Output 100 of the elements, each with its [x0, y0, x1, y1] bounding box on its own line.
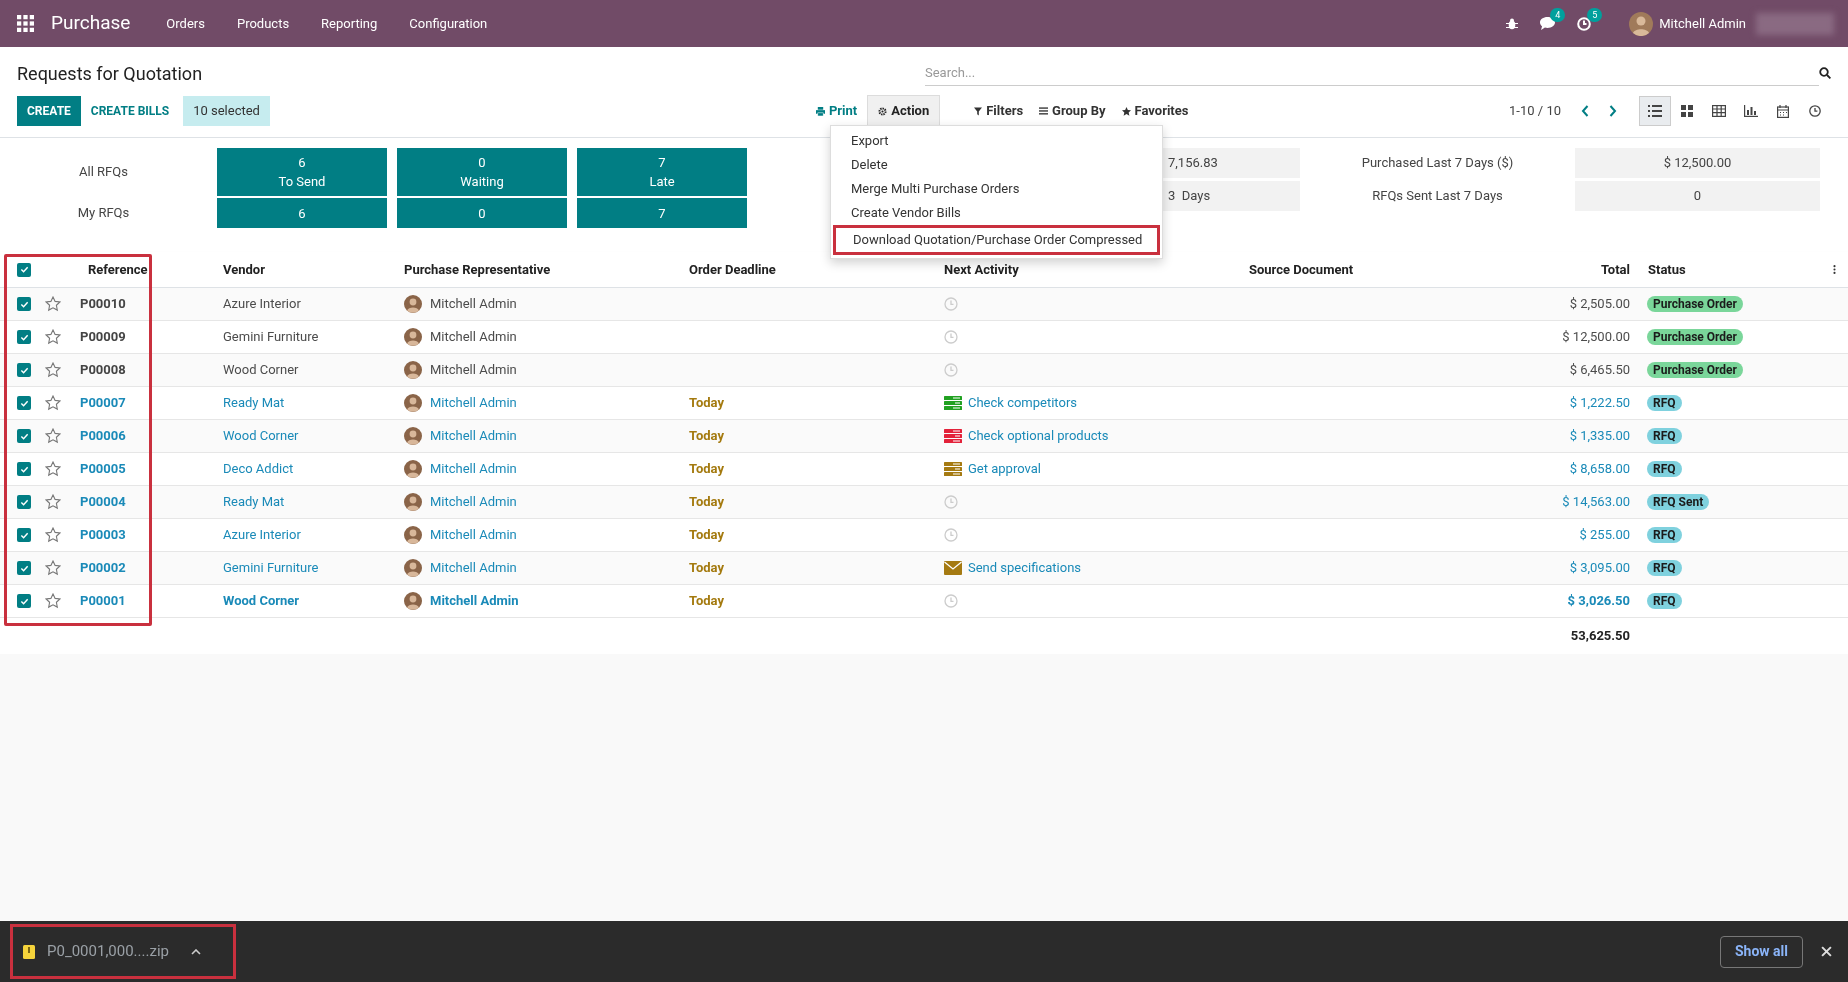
star-icon[interactable] — [45, 593, 61, 609]
reference-cell[interactable]: P00005 — [80, 459, 215, 479]
star-icon[interactable] — [45, 461, 61, 477]
tasks-icon[interactable] — [944, 429, 962, 443]
checkbox[interactable] — [17, 594, 31, 608]
reference-cell[interactable]: P00004 — [80, 492, 215, 512]
user-name[interactable]: Mitchell Admin — [1659, 13, 1746, 34]
dashboard-tile[interactable]: 6 — [217, 198, 387, 228]
envelope-icon[interactable] — [944, 561, 962, 575]
nav-menu-item[interactable]: Products — [220, 13, 306, 34]
clock-icon — [1809, 105, 1821, 117]
column-header[interactable]: Purchase Representative — [396, 259, 681, 280]
file-name: P0_0001,000....zip — [47, 941, 169, 963]
file-icon — [23, 944, 35, 959]
action-button[interactable]: Action — [867, 95, 941, 127]
reference-cell[interactable]: P00001 — [80, 591, 215, 611]
vendor-cell-text: Ready Mat — [222, 394, 286, 413]
representative-name: Mitchell Admin — [430, 295, 517, 314]
column-header[interactable]: Vendor — [215, 259, 396, 280]
chevron-right-icon[interactable] — [1609, 105, 1617, 117]
reference-cell[interactable]: P00002 — [80, 558, 215, 578]
avatar — [404, 559, 422, 577]
reference-cell[interactable]: P00009 — [80, 327, 215, 347]
apps-menu-icon[interactable] — [17, 15, 34, 32]
star-icon[interactable] — [45, 494, 61, 510]
column-header[interactable]: Order Deadline — [681, 259, 936, 280]
show-all-button[interactable]: Show all — [1719, 935, 1803, 968]
dashboard-tile[interactable]: 7 — [577, 198, 747, 228]
tile-caption: To Send — [278, 173, 326, 191]
dashboard-tile[interactable]: 0 Waiting — [397, 148, 567, 196]
activity-link[interactable]: Send specifications — [968, 558, 1081, 578]
star-icon[interactable] — [45, 527, 61, 543]
reference-cell[interactable]: P00006 — [80, 426, 215, 446]
dashboard-tile[interactable]: 7 Late — [577, 148, 747, 196]
search-field[interactable]: Search... — [925, 60, 1819, 86]
menu-item[interactable]: Download Quotation/Purchase Order Compressed — [833, 225, 1160, 255]
column-header[interactable]: Total — [1455, 259, 1640, 280]
tasks-icon[interactable] — [944, 396, 962, 410]
star-icon[interactable] — [45, 428, 61, 444]
dashboard-tile[interactable]: 0 — [397, 198, 567, 228]
nav-menu-item[interactable]: Reporting — [305, 13, 394, 34]
checkbox[interactable] — [17, 429, 31, 443]
filter-menu-button[interactable]: Group By — [1031, 101, 1114, 121]
create-button[interactable]: CREATE — [17, 96, 81, 126]
checkbox[interactable] — [17, 330, 31, 344]
reference-cell[interactable]: P00008 — [80, 360, 215, 380]
download-item[interactable]: P0_0001,000....zip — [10, 924, 236, 979]
activity-link[interactable]: Check competitors — [968, 393, 1077, 413]
activity-link[interactable]: Get approval — [968, 459, 1041, 479]
reference-cell[interactable]: P00003 — [80, 525, 215, 545]
bug-icon[interactable] — [1506, 17, 1519, 30]
chat-icon[interactable] — [1540, 17, 1556, 30]
filter-menu-button[interactable]: Favorites — [1113, 101, 1197, 121]
checkbox[interactable] — [17, 495, 31, 509]
reference-cell[interactable]: P00007 — [80, 393, 215, 413]
reference-cell[interactable]: P00010 — [80, 294, 215, 314]
tasks-icon[interactable] — [944, 462, 962, 476]
check-icon — [19, 398, 29, 408]
avatar[interactable] — [1629, 11, 1654, 36]
chevron-left-icon[interactable] — [1581, 105, 1589, 117]
tile-count: 6 — [298, 154, 306, 172]
view-switch-button[interactable] — [1639, 96, 1671, 126]
caret-up-icon[interactable] — [190, 948, 201, 955]
dashboard-tile[interactable]: 6 To Send — [217, 148, 387, 196]
checkbox[interactable] — [17, 262, 31, 277]
checkbox[interactable] — [17, 561, 31, 575]
star-icon[interactable] — [45, 560, 61, 576]
checkbox[interactable] — [17, 462, 31, 476]
nav-menu-item[interactable]: Configuration — [393, 13, 504, 34]
more-options-icon[interactable] — [1832, 264, 1836, 275]
filter-menu-button[interactable]: Filters — [966, 101, 1032, 121]
column-header[interactable]: Status — [1640, 259, 1820, 280]
star-icon[interactable] — [45, 395, 61, 411]
star-icon[interactable] — [45, 329, 61, 345]
close-icon[interactable] — [1821, 946, 1832, 957]
checkbox[interactable] — [17, 297, 31, 311]
checkbox[interactable] — [17, 363, 31, 377]
representative-name: Mitchell Admin — [430, 427, 517, 446]
nav-menu-item[interactable]: Orders — [150, 13, 221, 34]
print-button[interactable]: Print — [807, 96, 866, 126]
column-header[interactable]: Reference — [80, 259, 215, 280]
representative-name: Mitchell Admin — [430, 394, 517, 413]
bar-chart-icon — [1744, 105, 1758, 117]
column-header[interactable]: Next Activity — [936, 259, 1241, 280]
column-header[interactable]: Source Document — [1241, 259, 1455, 280]
star-icon[interactable] — [45, 362, 61, 378]
tile-count: 6 — [298, 204, 306, 223]
checkbox[interactable] — [17, 528, 31, 542]
deadline-cell: Today — [689, 428, 725, 444]
app-name[interactable]: Purchase — [51, 9, 131, 38]
check-icon — [19, 563, 29, 573]
count-badge: 4 — [1550, 8, 1566, 22]
check-icon — [19, 299, 29, 309]
avatar — [404, 460, 422, 478]
status-badge: Purchase Order — [1647, 296, 1743, 312]
star-icon[interactable] — [45, 296, 61, 312]
vendor-cell-text: Gemini Furniture — [222, 328, 320, 347]
activity-link[interactable]: Check optional products — [968, 426, 1109, 446]
checkbox[interactable] — [17, 396, 31, 410]
avatar — [404, 361, 422, 379]
